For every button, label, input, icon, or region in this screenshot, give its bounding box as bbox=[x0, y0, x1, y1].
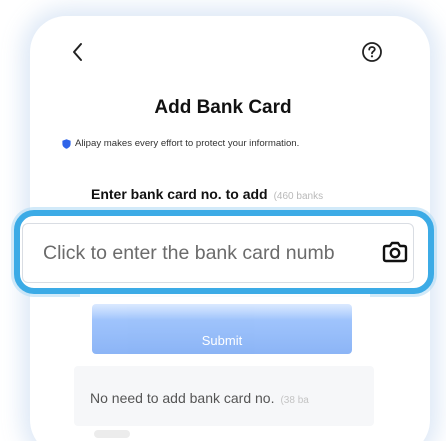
security-notice-text: Alipay makes every effort to protect you… bbox=[75, 138, 300, 149]
submit-button[interactable]: Submit bbox=[92, 304, 352, 354]
card-entry-label: Enter bank card no. to add (460 banks bbox=[91, 186, 323, 202]
help-button[interactable] bbox=[361, 41, 383, 63]
chevron-left-icon bbox=[73, 43, 82, 61]
security-notice: Alipay makes every effort to protect you… bbox=[62, 138, 299, 149]
card-number-input-box[interactable] bbox=[22, 223, 414, 283]
no-card-number-option[interactable]: No need to add bank card no. (38 ba bbox=[74, 366, 374, 426]
shield-icon bbox=[62, 138, 71, 149]
bottom-placeholder bbox=[94, 430, 130, 438]
card-number-input[interactable] bbox=[43, 240, 385, 266]
screen: Add Bank Card Alipay makes every effort … bbox=[0, 0, 446, 441]
question-circle-icon bbox=[362, 42, 382, 62]
no-card-number-label: No need to add bank card no. bbox=[90, 390, 275, 406]
camera-icon[interactable] bbox=[381, 238, 409, 266]
back-button[interactable] bbox=[66, 40, 90, 64]
page-title: Add Bank Card bbox=[154, 97, 292, 118]
no-card-number-count: (38 ba bbox=[280, 395, 309, 406]
supported-banks-count: (460 banks bbox=[273, 191, 324, 202]
card-entry-label-text: Enter bank card no. to add bbox=[91, 186, 268, 202]
